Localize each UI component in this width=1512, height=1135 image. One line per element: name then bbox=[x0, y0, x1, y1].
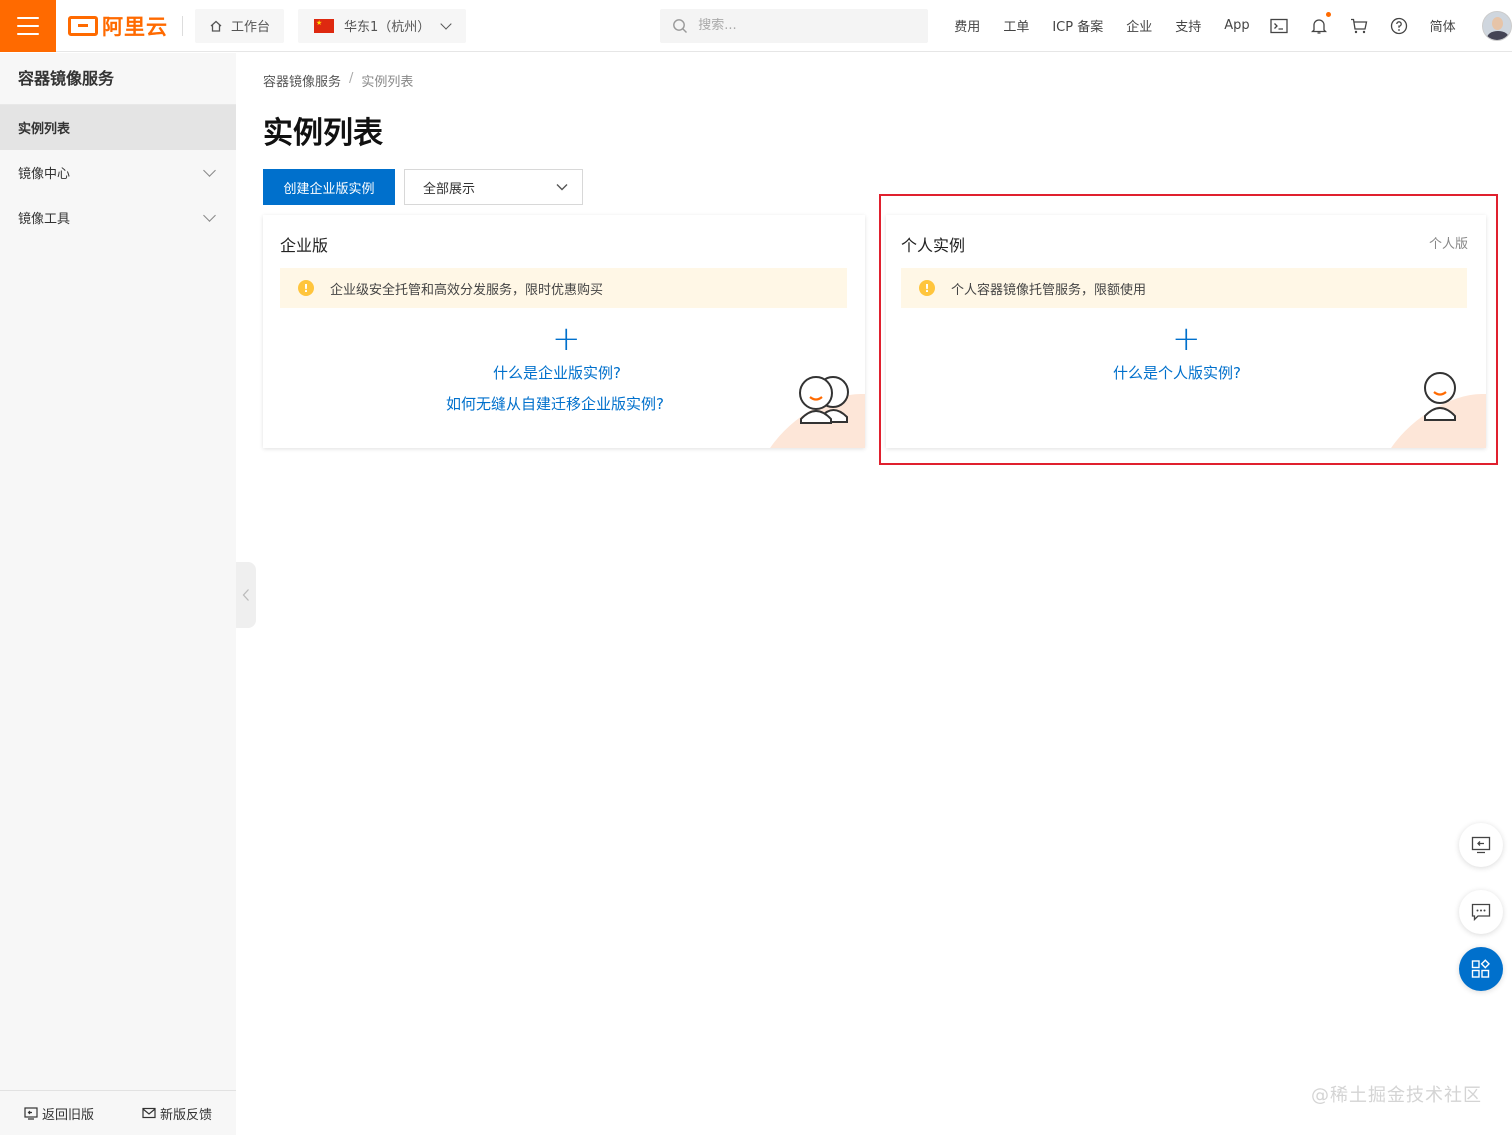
nav-links: 费用 工单 ICP 备案 企业 支持 App 简体 bbox=[954, 10, 1512, 41]
notification-dot bbox=[1325, 11, 1331, 17]
sidebar-item-instances[interactable]: 实例列表 bbox=[0, 105, 236, 150]
nav-link-enterprise[interactable]: 企业 bbox=[1126, 16, 1152, 35]
what-is-enterprise-link[interactable]: 什么是企业版实例? bbox=[493, 362, 621, 383]
aliyun-logo[interactable]: 阿里云 bbox=[68, 0, 168, 52]
breadcrumb-link-service[interactable]: 容器镜像服务 bbox=[263, 71, 341, 90]
bell-icon[interactable] bbox=[1310, 11, 1331, 35]
feedback-label: 新版反馈 bbox=[159, 1107, 212, 1123]
what-is-personal-link[interactable]: 什么是个人版实例? bbox=[1113, 362, 1241, 383]
breadcrumb: 容器镜像服务 / 实例列表 bbox=[263, 71, 413, 90]
sidebar-item-label: 镜像工具 bbox=[18, 212, 71, 227]
panel-toggle-button[interactable] bbox=[1459, 823, 1503, 867]
chat-button[interactable] bbox=[1459, 890, 1503, 934]
search-box[interactable] bbox=[660, 8, 929, 43]
chat-icon bbox=[1471, 903, 1491, 921]
region-selector[interactable]: 华东1（杭州） bbox=[298, 8, 467, 43]
divider bbox=[182, 15, 183, 36]
panel-collapse-icon bbox=[1471, 836, 1491, 854]
feedback-button[interactable]: 新版反馈 bbox=[142, 1104, 212, 1123]
language-switch[interactable]: 简体 bbox=[1430, 16, 1456, 35]
home-icon bbox=[210, 20, 222, 32]
chevron-down-icon bbox=[203, 208, 216, 222]
sidebar-item-label: 实例列表 bbox=[18, 122, 71, 137]
page-title: 实例列表 bbox=[263, 116, 383, 151]
add-personal-instance-icon[interactable]: + bbox=[1172, 322, 1201, 356]
create-enterprise-instance-button[interactable]: 创建企业版实例 bbox=[263, 169, 395, 205]
notice-banner: ! 个人容器镜像托管服务，限额使用 bbox=[901, 268, 1467, 308]
nav-link-app[interactable]: App bbox=[1224, 18, 1249, 33]
search-input[interactable] bbox=[698, 18, 899, 33]
sidebar-collapse-handle[interactable] bbox=[236, 562, 256, 628]
logo-mark-icon bbox=[68, 15, 98, 36]
logo-text: 阿里云 bbox=[102, 14, 168, 39]
breadcrumb-current: 实例列表 bbox=[361, 75, 414, 90]
back-to-old-label: 返回旧版 bbox=[41, 1107, 94, 1123]
workbench-label: 工作台 bbox=[231, 20, 271, 35]
notice-text: 企业级安全托管和高效分发服务，限时优惠购买 bbox=[330, 282, 604, 298]
sidebar-title: 容器镜像服务 bbox=[0, 53, 236, 105]
cart-icon[interactable] bbox=[1350, 17, 1368, 35]
sidebar: 容器镜像服务 实例列表 镜像中心 镜像工具 返回旧版 新版反馈 bbox=[0, 53, 236, 1135]
warning-icon: ! bbox=[919, 280, 935, 296]
nav-link-fees[interactable]: 费用 bbox=[954, 16, 980, 35]
warning-icon: ! bbox=[298, 280, 314, 296]
instance-filter-select[interactable]: 全部展示 bbox=[404, 169, 583, 205]
edition-tag: 个人版 bbox=[1428, 237, 1468, 252]
sidebar-item-image-center[interactable]: 镜像中心 bbox=[0, 150, 236, 195]
person-illustration-icon bbox=[1424, 372, 1456, 421]
mail-icon bbox=[142, 1107, 156, 1119]
card-title: 企业版 bbox=[280, 236, 329, 255]
chevron-down-icon bbox=[203, 163, 216, 177]
sidebar-item-image-tools[interactable]: 镜像工具 bbox=[0, 195, 236, 240]
chevron-left-icon bbox=[242, 589, 249, 601]
sidebar-item-label: 镜像中心 bbox=[18, 167, 71, 182]
terminal-icon[interactable] bbox=[1270, 17, 1288, 35]
migrate-enterprise-link[interactable]: 如何无缝从自建迁移企业版实例? bbox=[446, 393, 664, 414]
add-enterprise-instance-icon[interactable]: + bbox=[552, 322, 581, 356]
nav-link-support[interactable]: 支持 bbox=[1175, 16, 1201, 35]
nav-link-icp[interactable]: ICP 备案 bbox=[1052, 16, 1103, 35]
breadcrumb-separator: / bbox=[349, 71, 354, 86]
team-illustration-icon bbox=[799, 376, 849, 424]
personal-instance-card: 个人实例 个人版 ! 个人容器镜像托管服务，限额使用 + 什么是个人版实例? bbox=[886, 215, 1486, 448]
apps-grid-icon bbox=[1471, 959, 1490, 978]
top-navbar: 阿里云 工作台 华东1（杭州） 费用 工单 ICP 备案 企业 支持 App bbox=[0, 0, 1512, 52]
search-icon bbox=[673, 18, 688, 33]
menu-icon[interactable] bbox=[0, 0, 56, 52]
filter-value: 全部展示 bbox=[423, 181, 476, 197]
help-icon[interactable] bbox=[1390, 17, 1408, 35]
card-title: 个人实例 bbox=[901, 236, 966, 255]
back-to-old-button[interactable]: 返回旧版 bbox=[24, 1104, 94, 1123]
notice-text: 个人容器镜像托管服务，限额使用 bbox=[951, 282, 1147, 298]
chevron-down-icon bbox=[556, 184, 568, 191]
sidebar-footer: 返回旧版 新版反馈 bbox=[0, 1090, 236, 1135]
workbench-button[interactable]: 工作台 bbox=[195, 8, 285, 43]
watermark: @稀土掘金技术社区 bbox=[1311, 1085, 1482, 1106]
monitor-back-icon bbox=[24, 1106, 38, 1120]
notice-banner: ! 企业级安全托管和高效分发服务，限时优惠购买 bbox=[280, 268, 847, 308]
nav-link-tickets[interactable]: 工单 bbox=[1003, 16, 1029, 35]
china-flag-icon bbox=[314, 18, 335, 33]
user-avatar[interactable] bbox=[1481, 10, 1512, 41]
region-label: 华东1（杭州） bbox=[344, 20, 431, 35]
enterprise-instance-card: 企业版 ! 企业级安全托管和高效分发服务，限时优惠购买 + 什么是企业版实例? … bbox=[263, 215, 865, 448]
chevron-down-icon bbox=[440, 17, 452, 30]
apps-button[interactable] bbox=[1459, 947, 1503, 991]
